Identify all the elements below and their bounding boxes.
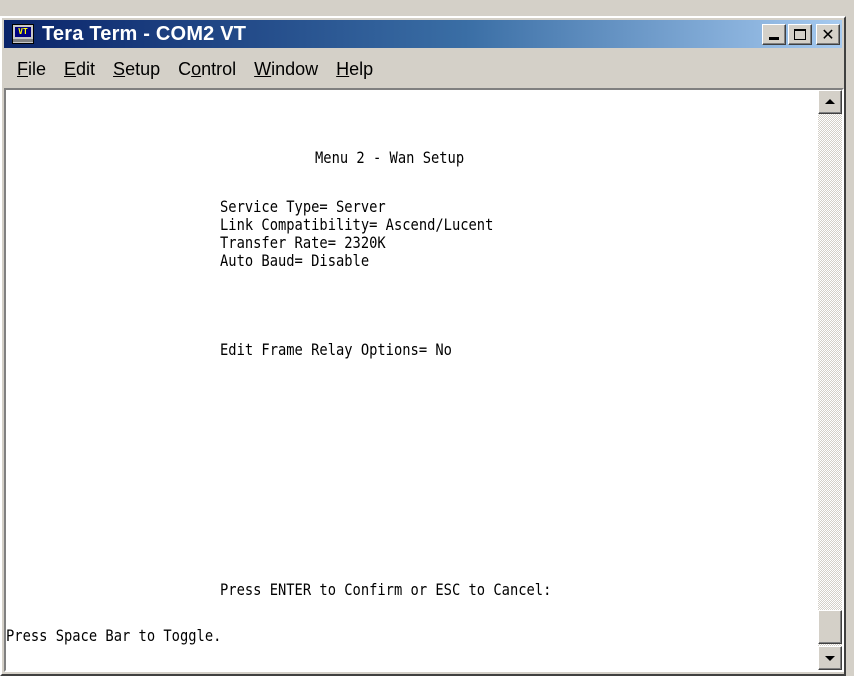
minimize-button[interactable]: [762, 24, 786, 45]
app-icon-base: [13, 39, 33, 42]
menu-title: Menu 2 - Wan Setup: [315, 148, 465, 167]
menu-window-accel: W: [254, 59, 272, 79]
menu-file[interactable]: File: [8, 54, 55, 84]
menu-edit[interactable]: Edit: [55, 54, 104, 84]
maximize-icon: [794, 29, 806, 40]
maximize-button[interactable]: [788, 24, 812, 45]
menu-control-accel: o: [191, 59, 202, 79]
edit-frame-relay-field: Edit Frame Relay Options= No: [220, 340, 452, 359]
terminal-app-icon[interactable]: VT: [12, 24, 34, 44]
menu-window-rest: indow: [271, 59, 319, 79]
menu-bar: File Edit Setup Control Window Help: [4, 52, 842, 86]
scroll-down-arrow-icon: [825, 656, 835, 661]
scroll-up-button[interactable]: [818, 90, 842, 114]
close-button[interactable]: ✕: [816, 24, 840, 45]
confirm-prompt: Press ENTER to Confirm or ESC to Cancel:: [220, 580, 552, 599]
menu-edit-rest: dit: [76, 59, 96, 79]
terminal-screen[interactable]: Menu 2 - Wan Setup Service Type= Server …: [6, 90, 818, 670]
app-icon-label: VT: [15, 27, 31, 37]
menu-setup-rest: etup: [125, 59, 161, 79]
title-bar[interactable]: VT Tera Term - COM2 VT ✕: [4, 20, 842, 48]
menu-control[interactable]: Control: [169, 54, 245, 84]
menu-edit-accel: E: [64, 59, 77, 79]
scroll-up-arrow-icon: [825, 99, 835, 104]
scroll-down-button[interactable]: [818, 646, 842, 670]
menu-control-pre: C: [178, 59, 192, 79]
menu-help-accel: H: [336, 59, 350, 79]
auto-baud-field: Auto Baud= Disable: [220, 251, 370, 270]
menu-setup[interactable]: Setup: [104, 54, 169, 84]
menu-help-rest: elp: [349, 59, 374, 79]
close-icon: ✕: [821, 25, 835, 44]
menu-help[interactable]: Help: [327, 54, 382, 84]
link-compatibility-field: Link Compatibility= Ascend/Lucent: [220, 215, 494, 234]
menu-window[interactable]: Window: [245, 54, 327, 84]
menu-file-rest: ile: [28, 59, 47, 79]
toggle-hint: Press Space Bar to Toggle.: [6, 626, 222, 645]
window-title: Tera Term - COM2 VT: [42, 22, 247, 45]
tera-term-window: VT Tera Term - COM2 VT ✕ File Edit Setup…: [0, 0, 854, 676]
menu-file-accel: F: [17, 59, 28, 79]
service-type-field: Service Type= Server: [220, 197, 386, 216]
transfer-rate-field: Transfer Rate= 2320K: [220, 233, 386, 252]
vertical-scrollbar[interactable]: [818, 90, 842, 670]
menu-setup-accel: S: [113, 59, 126, 79]
scrollbar-thumb[interactable]: [818, 610, 842, 644]
menu-control-rest: ntrol: [201, 59, 237, 79]
window-controls: ✕: [762, 24, 840, 45]
minimize-icon: [769, 37, 779, 40]
